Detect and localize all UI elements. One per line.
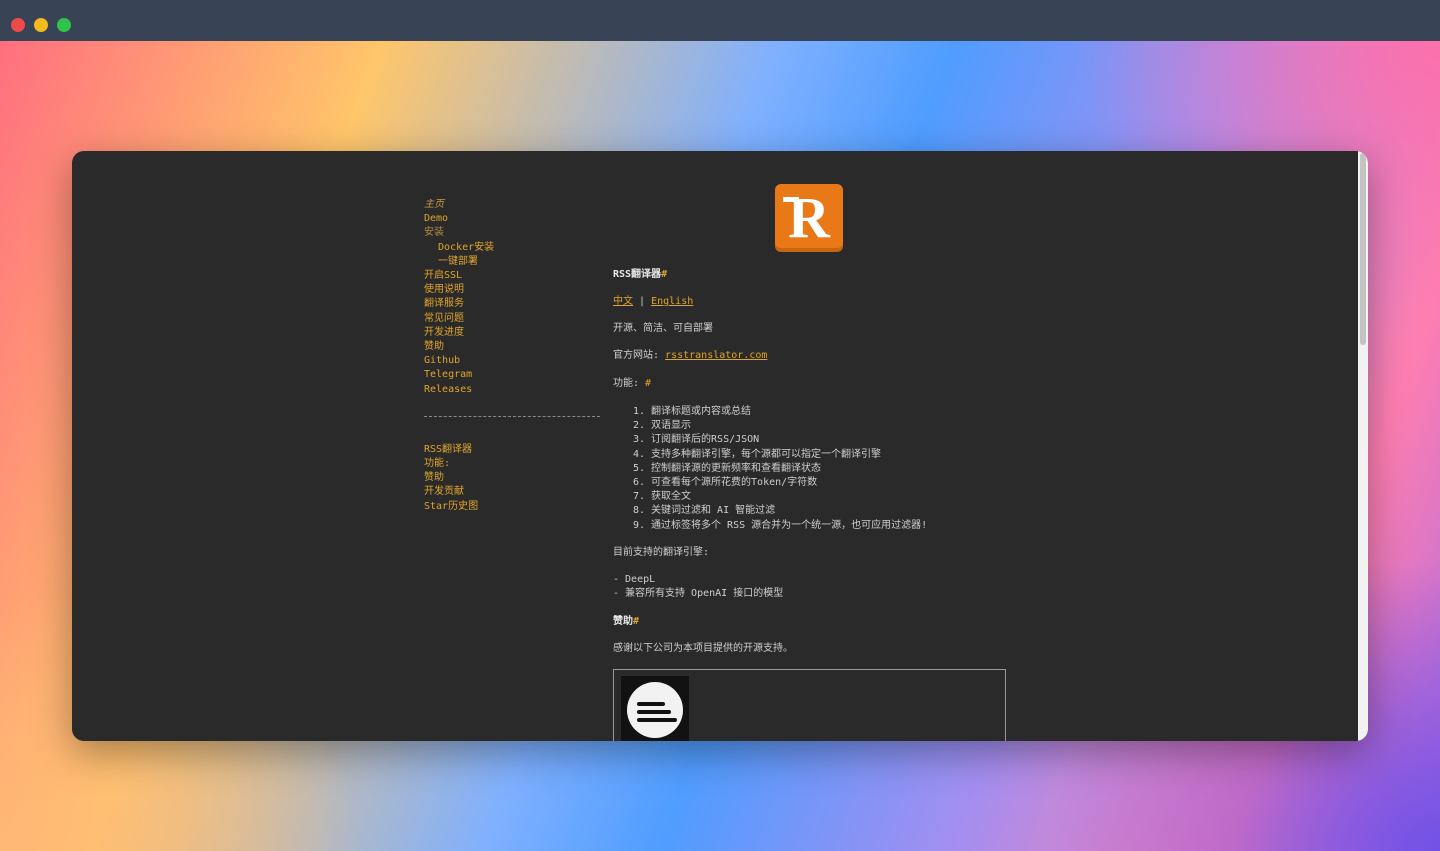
nav-sponsor[interactable]: 赞助 xyxy=(424,340,600,354)
toc-sponsor[interactable]: 赞助 xyxy=(424,471,600,485)
engines-intro: 目前支持的翻译引擎: xyxy=(613,546,710,558)
list-item: 1. 翻译标题或内容或总结 xyxy=(632,406,752,417)
browser-page: 主页 Demo 安装 Docker安装 一键部署 开启SSL 使用说明 翻译服务… xyxy=(72,151,1368,741)
nav-github[interactable]: Github xyxy=(424,354,600,368)
title-anchor-link[interactable]: # xyxy=(661,269,667,280)
list-item: 8. 关键词过滤和 AI 智能过滤 xyxy=(632,505,776,517)
scrollbar-thumb[interactable] xyxy=(1360,153,1366,345)
nav-demo[interactable]: Demo xyxy=(424,212,600,226)
os-title-bar xyxy=(0,0,1440,41)
nav-usage[interactable]: 使用说明 xyxy=(424,283,600,297)
engine-item-openai: - 兼容所有支持 OpenAI 接口的模型 xyxy=(613,588,784,600)
sponsor-logo[interactable] xyxy=(621,676,689,741)
maximize-window-button[interactable] xyxy=(57,18,71,32)
sponsor-text: 感谢以下公司为本项目提供的开源支持。 xyxy=(613,643,793,655)
list-item: 6. 可查看每个源所花费的Token/字符数 xyxy=(632,477,818,489)
sponsor-anchor-link[interactable]: # xyxy=(633,616,639,627)
website-line: 官方网站: rsstranslator.com xyxy=(613,349,1013,363)
nav-one-click-deploy[interactable]: 一键部署 xyxy=(424,255,600,269)
features-anchor-link[interactable]: # xyxy=(645,378,651,389)
list-item: 4. 支持多种翻译引擎，每个源都可以指定一个翻译引擎 xyxy=(632,448,882,460)
sponsor-heading-text: 赞助 xyxy=(613,616,633,628)
website-label: 官方网站: xyxy=(613,350,666,361)
sponsor-logo-stripe xyxy=(637,718,677,723)
list-item: 3. 订阅翻译后的RSS/JSON xyxy=(632,434,760,446)
sidebar: 主页 Demo 安装 Docker安装 一键部署 开启SSL 使用说明 翻译服务… xyxy=(424,198,600,514)
lang-separator: | xyxy=(639,296,646,307)
tagline: 开源、简洁、可自部署 xyxy=(613,323,713,334)
features-list: 1. 翻译标题或内容或总结 2. 双语显示 3. 订阅翻译后的RSS/JSON … xyxy=(613,405,1013,533)
sidebar-divider xyxy=(424,415,600,417)
scrollbar[interactable] xyxy=(1358,151,1368,741)
nav-progress[interactable]: 开发进度 xyxy=(424,326,600,340)
list-item: 2. 双语显示 xyxy=(632,420,692,432)
engines-list: - DeepL - 兼容所有支持 OpenAI 接口的模型 xyxy=(613,573,1013,601)
page-title: RSS翻译器# xyxy=(613,268,1013,282)
sponsor-heading: 赞助# xyxy=(613,615,1013,629)
lang-en-link[interactable]: English xyxy=(651,296,693,307)
minimize-window-button[interactable] xyxy=(34,18,48,32)
nav-docker-install[interactable]: Docker安装 xyxy=(424,241,600,255)
nav-releases[interactable]: Releases xyxy=(424,383,600,397)
list-item: 7. 获取全文 xyxy=(632,491,692,503)
nav-faq[interactable]: 常见问题 xyxy=(424,312,600,326)
nav-telegram[interactable]: Telegram xyxy=(424,368,600,382)
sponsor-logo-stripe xyxy=(637,702,665,707)
engine-item-deepl: - DeepL xyxy=(613,573,656,585)
toc-rss-translator[interactable]: RSS翻译器 xyxy=(424,443,600,457)
nav-home[interactable]: 主页 xyxy=(424,198,600,212)
toc-contribute[interactable]: 开发贡献 xyxy=(424,485,600,499)
main-content: R RSS翻译器# 中文 | English 开源、简洁、可自部署 官方网站: … xyxy=(613,184,1013,741)
list-item: 9. 通过标签将多个 RSS 源合并为一个统一源，也可应用过滤器! xyxy=(632,519,928,531)
toc-star-history[interactable]: Star历史图 xyxy=(424,500,600,514)
logo-container: R xyxy=(613,184,1005,254)
lang-zh-link[interactable]: 中文 xyxy=(613,296,633,307)
language-switcher: 中文 | English xyxy=(613,295,1013,309)
sponsor-card[interactable] xyxy=(613,669,1006,741)
logo-letter: R xyxy=(788,185,830,250)
features-heading-text: 功能: xyxy=(613,378,646,389)
toc-features[interactable]: 功能: xyxy=(424,457,600,471)
features-heading: 功能: # xyxy=(613,377,1013,391)
sponsor-logo-stripe xyxy=(637,710,671,715)
nav-install[interactable]: 安装 xyxy=(424,226,600,240)
website-link[interactable]: rsstranslator.com xyxy=(665,350,767,361)
nav-translation-services[interactable]: 翻译服务 xyxy=(424,297,600,311)
list-item: 5. 控制翻译源的更新频率和查看翻译状态 xyxy=(632,462,822,474)
rss-translator-logo: R xyxy=(775,184,843,252)
close-window-button[interactable] xyxy=(11,18,25,32)
page-title-text: RSS翻译器 xyxy=(613,269,662,280)
nav-enable-ssl[interactable]: 开启SSL xyxy=(424,269,600,283)
sponsor-logo-circle xyxy=(627,682,683,739)
